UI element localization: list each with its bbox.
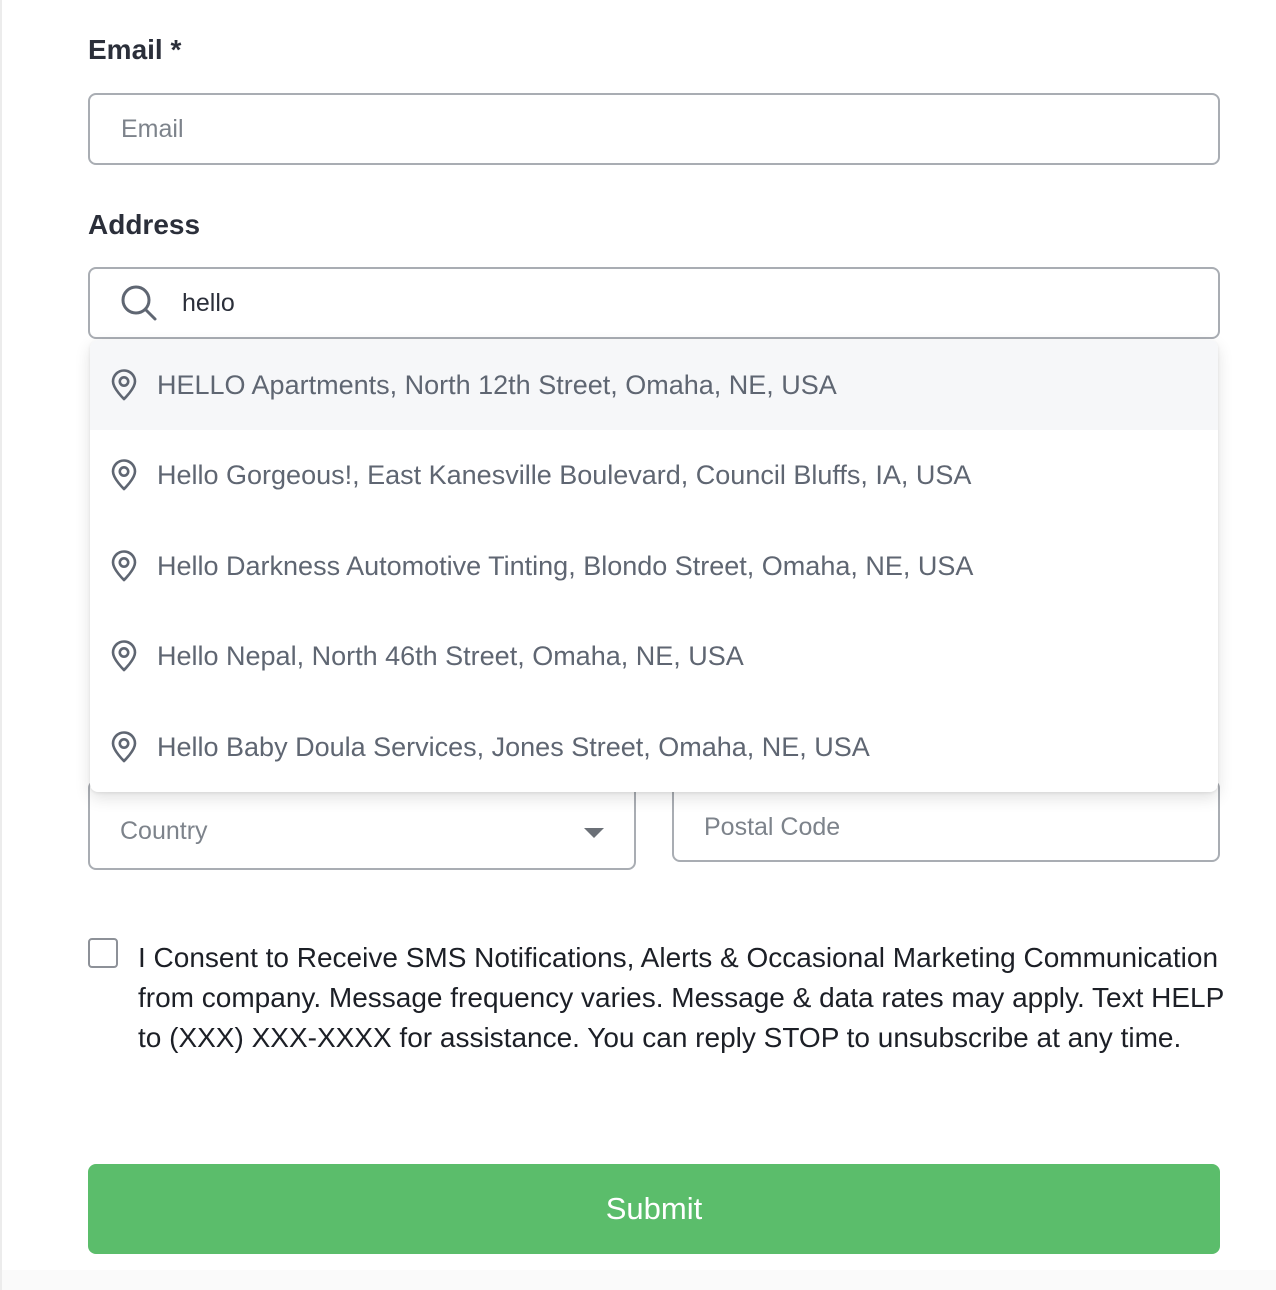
- address-suggestion[interactable]: Hello Gorgeous!, East Kanesville Bouleva…: [90, 430, 1218, 520]
- address-label: Address: [88, 209, 201, 240]
- map-pin-icon: [111, 550, 137, 582]
- search-icon: [121, 285, 157, 321]
- email-label: Email *: [88, 34, 182, 65]
- chevron-down-icon: [584, 828, 604, 838]
- country-select-placeholder: Country: [120, 816, 208, 845]
- address-suggestion[interactable]: Hello Baby Doula Services, Jones Street,…: [90, 702, 1218, 792]
- address-search-input[interactable]: [182, 288, 1218, 318]
- email-field-container: [88, 93, 1220, 165]
- country-select[interactable]: Country: [88, 780, 636, 870]
- map-pin-icon: [111, 369, 137, 401]
- address-suggestions-dropdown: HELLO Apartments, North 12th Street, Oma…: [90, 340, 1218, 792]
- postal-code-field-container: [672, 780, 1220, 862]
- address-suggestion[interactable]: Hello Darkness Automotive Tinting, Blond…: [90, 521, 1218, 611]
- submit-button[interactable]: Submit: [88, 1164, 1220, 1254]
- address-suggestion[interactable]: Hello Nepal, North 46th Street, Omaha, N…: [90, 611, 1218, 701]
- address-suggestion-text: Hello Darkness Automotive Tinting, Blond…: [157, 550, 974, 581]
- address-search-container: [88, 267, 1220, 339]
- map-pin-icon: [111, 731, 137, 763]
- address-suggestion-text: Hello Nepal, North 46th Street, Omaha, N…: [157, 640, 744, 671]
- email-field[interactable]: [121, 114, 1218, 144]
- address-suggestion-text: Hello Baby Doula Services, Jones Street,…: [157, 731, 870, 762]
- map-pin-icon: [111, 640, 137, 672]
- address-suggestion[interactable]: HELLO Apartments, North 12th Street, Oma…: [90, 340, 1218, 430]
- postal-code-field[interactable]: [704, 812, 1218, 842]
- form-page: Email * Address Country HELLO Apartments…: [0, 0, 1276, 1290]
- map-pin-icon: [111, 459, 137, 491]
- address-suggestion-text: Hello Gorgeous!, East Kanesville Bouleva…: [157, 459, 972, 490]
- sms-consent-checkbox[interactable]: [88, 938, 118, 968]
- page-footer-strip: [2, 1270, 1276, 1290]
- sms-consent-text: I Consent to Receive SMS Notifications, …: [138, 942, 1224, 1053]
- address-suggestion-text: HELLO Apartments, North 12th Street, Oma…: [157, 369, 837, 400]
